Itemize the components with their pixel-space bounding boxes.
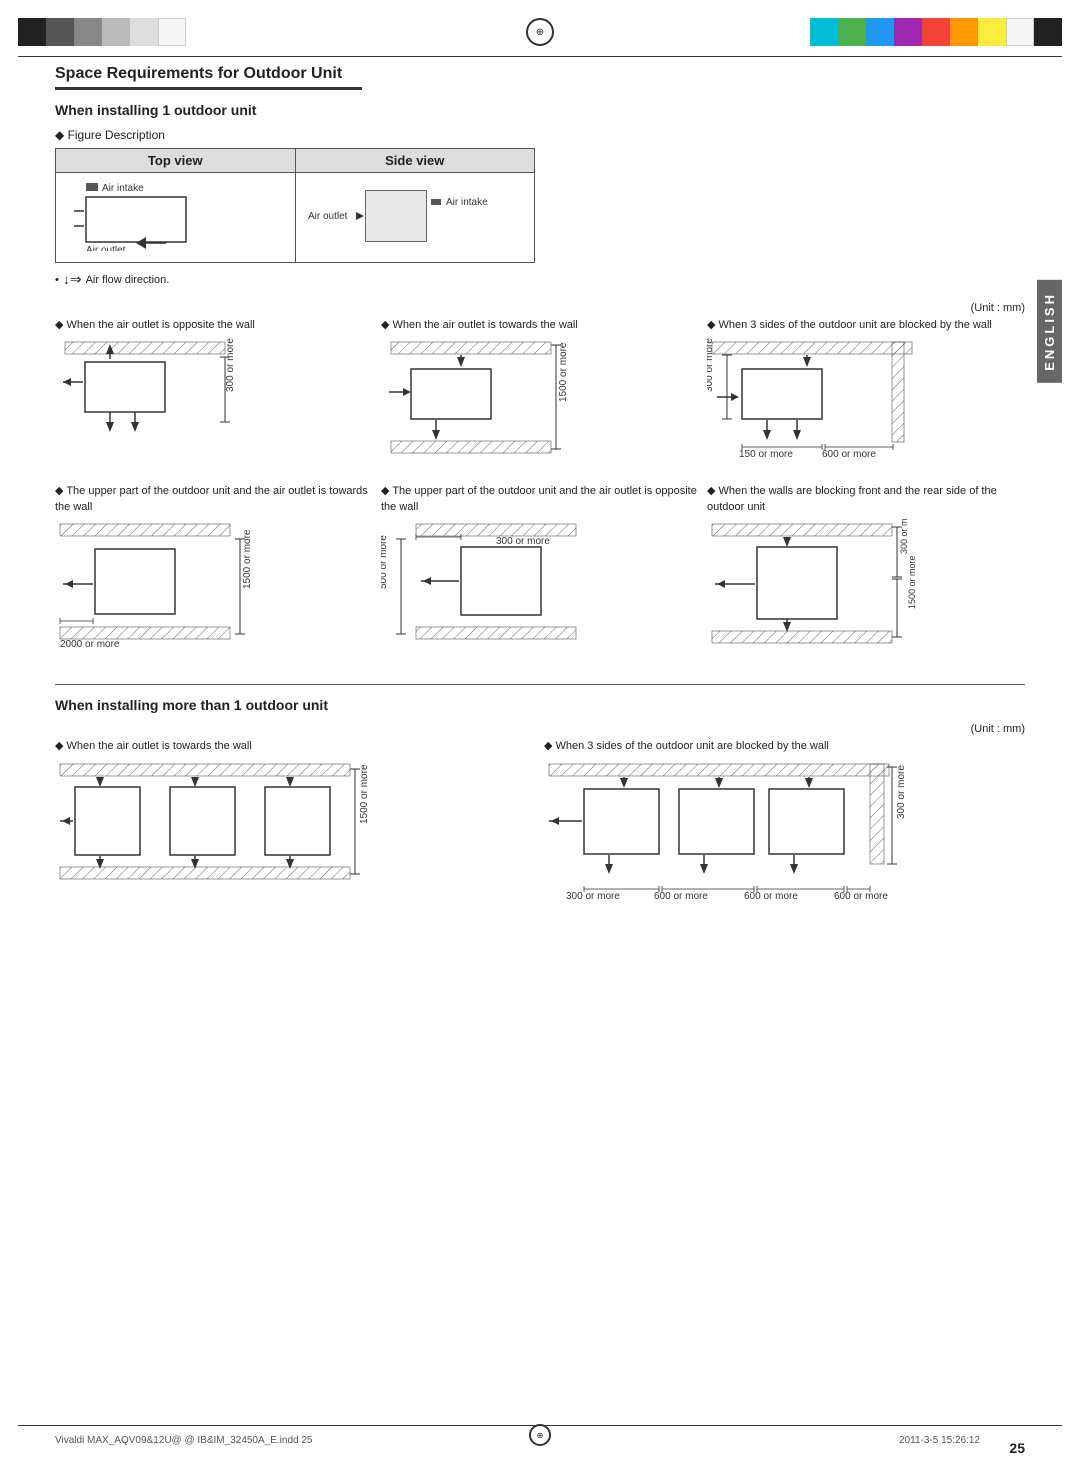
svg-text:1500 or more: 1500 or more xyxy=(359,764,370,824)
footer-right: 2011-3-5 15:26:12 xyxy=(899,1435,980,1446)
diag-cell-multi-1: ◆ When the air outlet is towards the wal… xyxy=(55,739,536,891)
diag-svg-multi-2: 300 or more 300 or more 600 or more 600 … xyxy=(544,759,914,919)
diagrams-row-2: ◆ The upper part of the outdoor unit and… xyxy=(55,484,1025,662)
color-block xyxy=(810,18,838,46)
color-block xyxy=(130,18,158,46)
color-block xyxy=(894,18,922,46)
svg-text:150 or more: 150 or more xyxy=(739,449,793,460)
svg-text:Air intake: Air intake xyxy=(102,183,144,194)
subsection1-title: When installing 1 outdoor unit xyxy=(55,102,1025,118)
svg-text:300 or more: 300 or more xyxy=(496,536,550,547)
svg-text:Air intake: Air intake xyxy=(446,197,488,208)
diag-cell-3: ◆ When 3 sides of the outdoor unit are b… xyxy=(707,318,1025,470)
svg-text:500 or more: 500 or more xyxy=(381,535,389,589)
diag-svg-4: 2000 or more 1500 or more xyxy=(55,519,275,649)
unit-mm-1: (Unit : mm) xyxy=(55,302,1025,314)
color-block xyxy=(866,18,894,46)
bottom-compass-icon: ⊕ xyxy=(529,1424,551,1446)
diag-label-2: ◆ When the air outlet is towards the wal… xyxy=(381,318,699,333)
diag-svg-5: 300 or more 500 or more xyxy=(381,519,601,649)
diag-svg-6: 300 or more 1500 or more xyxy=(707,519,927,659)
color-block xyxy=(950,18,978,46)
diag-label-4: ◆ The upper part of the outdoor unit and… xyxy=(55,484,373,515)
svg-text:300 or more: 300 or more xyxy=(899,519,909,554)
color-block xyxy=(922,18,950,46)
color-block xyxy=(978,18,1006,46)
svg-text:300 or more: 300 or more xyxy=(707,338,715,392)
figure-table: Top view Side view Air intake xyxy=(55,148,535,263)
color-block xyxy=(1006,18,1034,46)
top-view-cell: Air intake Air outlet xyxy=(56,173,296,263)
table-header-top: Top view xyxy=(56,149,296,173)
svg-text:2000 or more: 2000 or more xyxy=(60,639,120,649)
english-label: ENGLISH xyxy=(1037,280,1062,383)
diag-cell-4: ◆ The upper part of the outdoor unit and… xyxy=(55,484,373,652)
color-block xyxy=(46,18,74,46)
diagrams-row-1: ◆ When the air outlet is opposite the wa… xyxy=(55,318,1025,470)
unit-mm-2: (Unit : mm) xyxy=(55,723,1025,735)
diag-cell-5: ◆ The upper part of the outdoor unit and… xyxy=(381,484,699,652)
footer-left: Vivaldi MAX_AQV09&12U@ @ IB&IM_32450A_E.… xyxy=(55,1435,313,1446)
svg-text:1500 or more: 1500 or more xyxy=(907,556,917,610)
diag-cell-multi-2: ◆ When 3 sides of the outdoor unit are b… xyxy=(544,739,1025,921)
diag-svg-3: 300 or more 150 or more 600 or more xyxy=(707,337,937,467)
figure-description: ◆ Figure Description xyxy=(55,128,1025,142)
svg-text:Air outlet: Air outlet xyxy=(86,245,126,251)
color-block xyxy=(1034,18,1062,46)
svg-text:600 or more: 600 or more xyxy=(654,891,708,902)
diag-cell-2: ◆ When the air outlet is towards the wal… xyxy=(381,318,699,460)
color-block xyxy=(18,18,46,46)
main-content: Space Requirements for Outdoor Unit When… xyxy=(55,65,1025,1421)
section-title: Space Requirements for Outdoor Unit xyxy=(55,65,362,90)
top-color-bar: ⊕ xyxy=(18,18,1062,46)
diag-cell-1: ◆ When the air outlet is opposite the wa… xyxy=(55,318,373,460)
page-number: 25 xyxy=(1009,1440,1025,1456)
svg-text:600 or more: 600 or more xyxy=(834,891,888,902)
svg-text:600 or more: 600 or more xyxy=(822,449,876,460)
svg-text:600 or more: 600 or more xyxy=(744,891,798,902)
side-view-svg: Air outlet Air intake xyxy=(306,181,506,251)
top-view-svg: Air intake Air outlet xyxy=(66,181,266,251)
diag-svg-multi-1: 1500 or more xyxy=(55,759,375,889)
svg-text:300 or more: 300 or more xyxy=(566,891,620,902)
color-block xyxy=(74,18,102,46)
airflow-note: • ↓⇒ Air flow direction. xyxy=(55,271,1025,288)
color-blocks-right xyxy=(810,18,1062,46)
svg-text:Air outlet: Air outlet xyxy=(308,211,348,222)
subsection2-title: When installing more than 1 outdoor unit xyxy=(55,697,1025,713)
diag-svg-2: 1500 or more xyxy=(381,337,591,457)
diag-label-3: ◆ When 3 sides of the outdoor unit are b… xyxy=(707,318,1025,333)
svg-text:1500 or more: 1500 or more xyxy=(242,529,253,589)
color-block xyxy=(158,18,186,46)
section2: When installing more than 1 outdoor unit… xyxy=(55,684,1025,921)
svg-text:300 or more: 300 or more xyxy=(225,338,236,392)
compass-icon: ⊕ xyxy=(526,18,554,46)
diag-label-6: ◆ When the walls are blocking front and … xyxy=(707,484,1025,515)
color-blocks-left xyxy=(18,18,186,46)
diag-label-1: ◆ When the air outlet is opposite the wa… xyxy=(55,318,373,333)
diag-label-multi-2: ◆ When 3 sides of the outdoor unit are b… xyxy=(544,739,1025,754)
diag-svg-1: 300 or more xyxy=(55,337,265,457)
svg-text:300 or more: 300 or more xyxy=(896,764,907,818)
color-block xyxy=(838,18,866,46)
svg-text:1500 or more: 1500 or more xyxy=(558,342,569,402)
top-line xyxy=(18,56,1062,57)
color-block xyxy=(102,18,130,46)
diag-label-5: ◆ The upper part of the outdoor unit and… xyxy=(381,484,699,515)
side-view-cell: Air outlet Air intake xyxy=(295,173,535,263)
diag-cell-6: ◆ When the walls are blocking front and … xyxy=(707,484,1025,662)
diagrams-row-3: ◆ When the air outlet is towards the wal… xyxy=(55,739,1025,921)
diag-label-multi-1: ◆ When the air outlet is towards the wal… xyxy=(55,739,536,754)
table-header-side: Side view xyxy=(295,149,535,173)
